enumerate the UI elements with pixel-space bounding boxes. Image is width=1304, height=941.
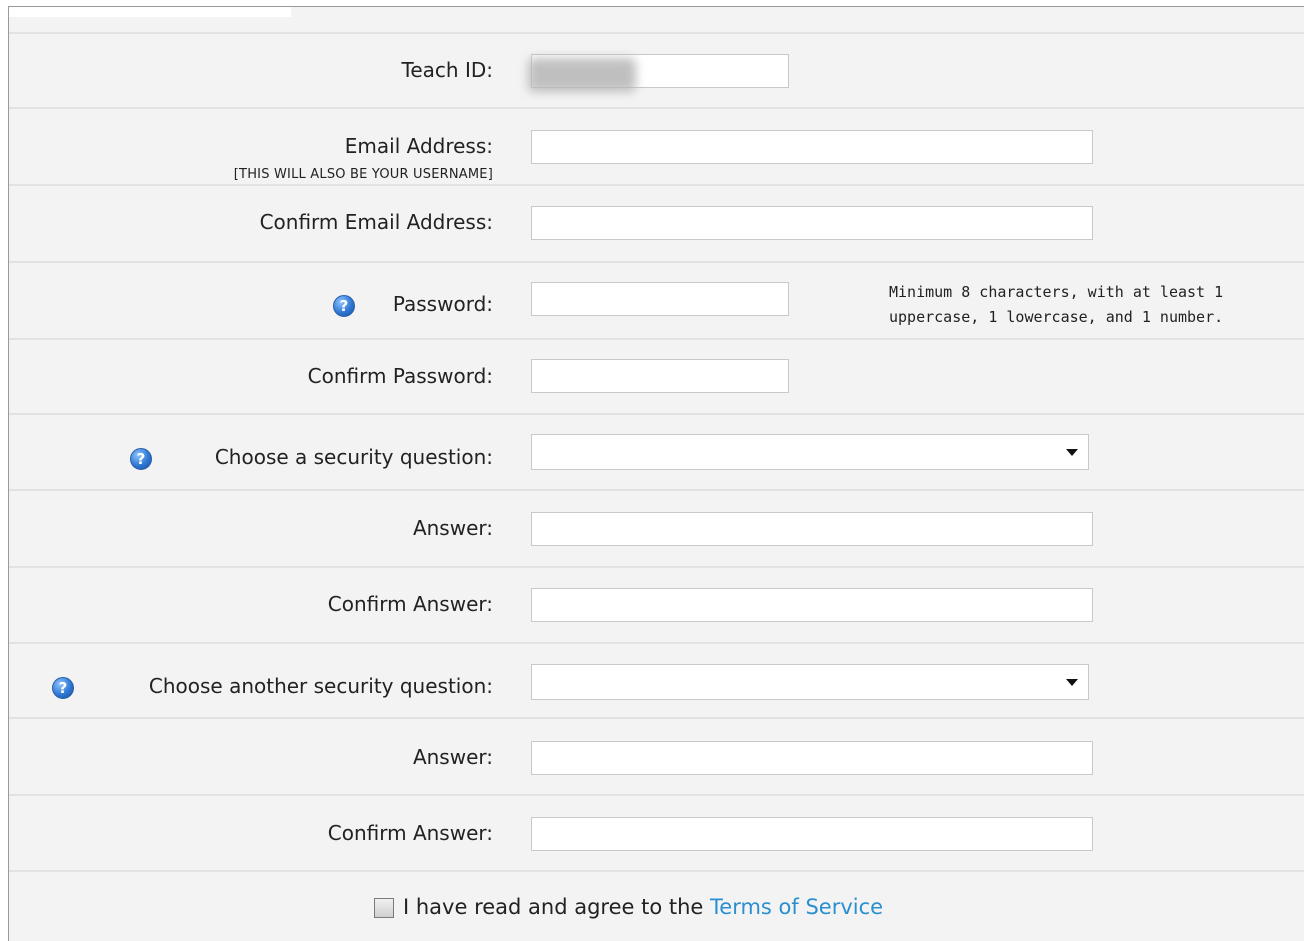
password-hint-line-1: Minimum 8 characters, with at least 1 — [889, 283, 1224, 301]
email-input[interactable] — [531, 130, 1093, 164]
redacted-id-blur — [528, 58, 636, 92]
answer-2-label: Answer: — [412, 745, 493, 769]
answer-1-label: Answer: — [412, 516, 493, 540]
terms-checkbox[interactable] — [374, 898, 394, 918]
fieldset-legend — [9, 7, 291, 17]
row-divider — [9, 870, 1304, 872]
row-divider — [9, 566, 1304, 568]
row-divider — [9, 642, 1304, 644]
row-divider — [9, 338, 1304, 340]
row-divider — [9, 32, 1304, 34]
security-question-2-label: Choose another security question: — [148, 674, 493, 698]
confirm-answer-2-label: Confirm Answer: — [327, 821, 493, 845]
teach-id-label: Teach ID: — [401, 58, 493, 82]
row-divider — [9, 261, 1304, 263]
answer-2-input[interactable] — [531, 741, 1093, 775]
confirm-password-input[interactable] — [531, 359, 789, 393]
help-question-icon[interactable]: ? — [333, 295, 355, 317]
terms-prefix: I have read and agree to the — [403, 895, 704, 919]
confirm-answer-2-input[interactable] — [531, 817, 1093, 851]
row-divider — [9, 717, 1304, 719]
password-hint-line-2: uppercase, 1 lowercase, and 1 number. — [889, 308, 1224, 326]
row-divider — [9, 413, 1304, 415]
help-question-icon[interactable]: ? — [130, 448, 152, 470]
chevron-down-icon — [1066, 679, 1078, 686]
help-question-icon[interactable]: ? — [52, 677, 74, 699]
confirm-password-label: Confirm Password: — [307, 364, 493, 388]
security-question-2-select[interactable] — [531, 664, 1089, 700]
security-question-1-select[interactable] — [531, 434, 1089, 470]
confirm-answer-1-input[interactable] — [531, 588, 1093, 622]
answer-1-input[interactable] — [531, 512, 1093, 546]
password-input[interactable] — [531, 282, 789, 316]
email-label: Email Address: — [344, 134, 493, 158]
row-divider — [9, 107, 1304, 109]
row-divider — [9, 489, 1304, 491]
email-username-note: [THIS WILL ALSO BE YOUR USERNAME] — [233, 167, 493, 182]
confirm-answer-1-label: Confirm Answer: — [327, 592, 493, 616]
terms-of-service-link[interactable]: Terms of Service — [710, 895, 883, 919]
row-divider — [9, 184, 1304, 186]
chevron-down-icon — [1066, 449, 1078, 456]
terms-agreement-text: I have read and agree to the Terms of Se… — [403, 895, 883, 919]
security-question-1-label: Choose a security question: — [214, 445, 493, 469]
password-label: Password: — [392, 292, 493, 316]
row-divider — [9, 794, 1304, 796]
confirm-email-label: Confirm Email Address: — [259, 210, 493, 234]
confirm-email-input[interactable] — [531, 206, 1093, 240]
